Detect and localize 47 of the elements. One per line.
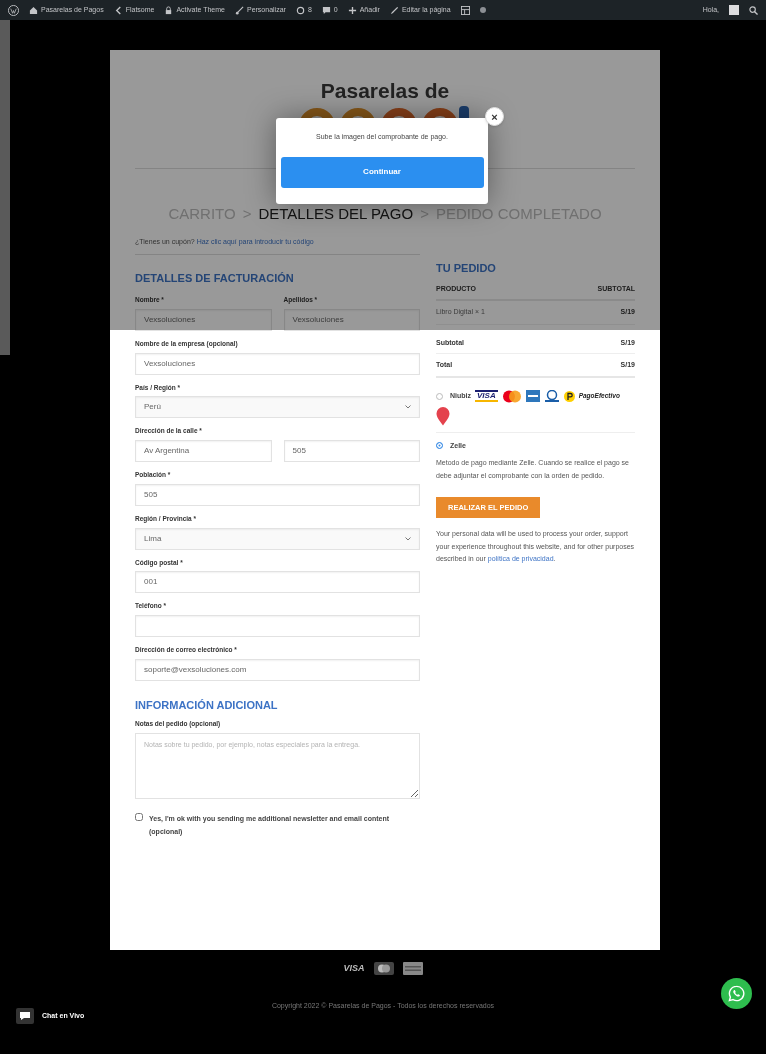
input-field[interactable]: Vexsoluciones — [283, 308, 420, 331]
search-icon[interactable] — [749, 5, 758, 15]
p-logo-icon — [563, 390, 575, 402]
chat-bubble-icon — [16, 1008, 34, 1024]
brush-icon — [234, 5, 244, 15]
input-field[interactable]: Vexsoluciones — [135, 352, 420, 375]
select-field[interactable]: Lima — [135, 527, 420, 550]
select-field[interactable]: Perú — [135, 396, 420, 419]
input-field[interactable]: 001 — [135, 571, 420, 594]
dot-icon[interactable] — [479, 7, 486, 13]
input-field[interactable]: Vexsoluciones — [135, 308, 272, 331]
section-heading: DETALLES DE FACTURACIÓN — [135, 270, 295, 286]
radio-button[interactable] — [436, 392, 443, 400]
circles-logo-icon — [501, 389, 522, 403]
checkbox[interactable] — [135, 813, 143, 821]
whatsapp-button[interactable] — [721, 978, 752, 1009]
input-field[interactable]: soporte@vexsoluciones.com — [135, 658, 420, 681]
breadcrumb-separator: > — [420, 205, 429, 223]
chevron-icon — [113, 5, 123, 15]
refresh-icon — [295, 5, 305, 15]
continue-button[interactable]: Continuar — [280, 156, 484, 188]
layout-icon[interactable] — [460, 5, 470, 15]
house-icon — [29, 5, 38, 15]
chevron-down-icon — [405, 405, 411, 410]
comment-icon — [321, 5, 331, 15]
card-logo-icon — [402, 962, 423, 976]
phone-bubble-icon — [728, 985, 745, 1002]
card-logo-icon: VISA — [343, 962, 365, 976]
breadcrumb-step[interactable]: DETALLES DEL PAGO — [258, 205, 414, 223]
section-heading: TU PEDIDO — [436, 261, 497, 276]
section-heading: INFORMACIÓN ADICIONAL — [135, 697, 279, 713]
plus-icon — [347, 5, 357, 15]
card-logo-icon — [525, 390, 540, 402]
logo-text: Pasarelas de — [320, 78, 450, 104]
circles-logo-icon — [373, 962, 394, 976]
map-pin-icon — [436, 406, 450, 426]
input-field[interactable]: 505 — [283, 440, 420, 462]
globe-logo-icon — [543, 389, 560, 403]
chevron-down-icon — [405, 536, 411, 541]
wordpress-logo-icon[interactable] — [8, 4, 19, 16]
input-field[interactable]: 505 — [135, 483, 420, 506]
pencil-icon — [389, 5, 399, 15]
lock-icon — [164, 5, 174, 15]
input-field[interactable]: Av Argentina — [135, 440, 272, 462]
breadcrumb-separator: > — [242, 205, 252, 223]
close-button[interactable]: × — [485, 107, 504, 126]
input-field[interactable] — [135, 615, 420, 637]
